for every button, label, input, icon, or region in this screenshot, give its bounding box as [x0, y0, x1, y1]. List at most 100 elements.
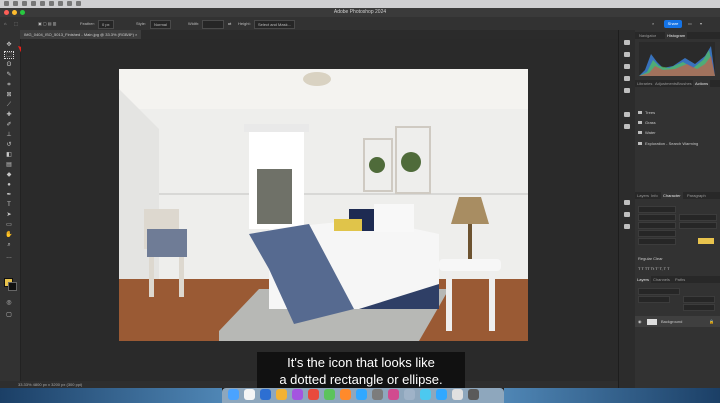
- blend-mode-select[interactable]: [638, 296, 670, 303]
- character-icon[interactable]: [624, 212, 630, 217]
- eyedropper-tool-icon[interactable]: ⟋: [5, 102, 13, 108]
- leading-field[interactable]: [679, 222, 717, 229]
- podcasts-icon[interactable]: [292, 389, 303, 400]
- pen-tool-icon[interactable]: ✒: [5, 192, 13, 198]
- tab-paragraph[interactable]: Paragraph: [685, 192, 708, 199]
- baseline-field[interactable]: [638, 238, 676, 245]
- hand-tool-icon[interactable]: ✋: [5, 232, 13, 238]
- marquee-tool-preset-icon[interactable]: ⬚: [14, 20, 18, 27]
- share-button[interactable]: Share: [664, 20, 682, 28]
- more-tools-icon[interactable]: …: [5, 254, 13, 260]
- menu-item[interactable]: [76, 1, 81, 6]
- lasso-tool-icon[interactable]: ʘ: [5, 62, 13, 68]
- settings-icon[interactable]: ▾: [700, 20, 702, 27]
- settings-app-icon[interactable]: [372, 389, 383, 400]
- document-image[interactable]: [119, 69, 528, 341]
- fill-field[interactable]: [683, 304, 715, 311]
- swatches-icon[interactable]: [624, 124, 630, 129]
- zoom-window-button[interactable]: [20, 10, 25, 15]
- healing-brush-tool-icon[interactable]: ✚: [5, 112, 13, 118]
- opacity-field[interactable]: [683, 296, 715, 303]
- visibility-eye-icon[interactable]: ◉: [638, 319, 642, 324]
- calendar-icon[interactable]: [308, 389, 319, 400]
- photoshop-icon[interactable]: [356, 389, 367, 400]
- messages-icon[interactable]: [324, 389, 335, 400]
- text-color-chip[interactable]: [698, 238, 714, 244]
- menu-item[interactable]: [13, 1, 18, 6]
- downloads-icon[interactable]: [452, 389, 463, 400]
- move-tool-icon[interactable]: ✥: [5, 42, 13, 48]
- zoom-tool-icon[interactable]: ⌕: [5, 242, 13, 248]
- font-style-field[interactable]: [638, 214, 676, 221]
- select-and-mask-button[interactable]: Select and Mask...: [254, 20, 295, 29]
- quick-mask-icon[interactable]: ◎: [5, 300, 13, 306]
- folder-row[interactable]: Trees: [638, 110, 655, 115]
- screen-mode-icon[interactable]: ▢: [5, 312, 13, 318]
- launchpad-icon[interactable]: [244, 389, 255, 400]
- gradient-tool-icon[interactable]: ▤: [5, 162, 13, 168]
- learn-icon[interactable]: [624, 40, 630, 45]
- app-icon[interactable]: [340, 389, 351, 400]
- tab-layers[interactable]: Layers: [635, 276, 652, 283]
- lock-icon[interactable]: 🔒: [709, 319, 714, 324]
- menu-item[interactable]: [31, 1, 36, 6]
- tab-brushes[interactable]: Brushes: [675, 80, 694, 87]
- crop-tool-icon[interactable]: ⌗: [5, 82, 13, 88]
- tracking-field[interactable]: [638, 222, 676, 229]
- feather-input[interactable]: 0 px: [98, 20, 114, 29]
- menu-item[interactable]: [58, 1, 63, 6]
- folder-row[interactable]: Exploration - Search Warming: [638, 141, 698, 146]
- close-tab-icon[interactable]: ×: [135, 32, 137, 37]
- folder-row[interactable]: Grass: [638, 120, 656, 125]
- folder-row[interactable]: Water: [638, 130, 656, 135]
- font-family-field[interactable]: [638, 206, 676, 213]
- notes-icon[interactable]: [276, 389, 287, 400]
- brush-tool-icon[interactable]: ✐: [5, 122, 13, 128]
- brushes-icon[interactable]: [624, 112, 630, 117]
- path-selection-tool-icon[interactable]: ➤: [5, 212, 13, 218]
- clone-stamp-tool-icon[interactable]: ⊥: [5, 132, 13, 138]
- finder-icon[interactable]: [228, 389, 239, 400]
- background-color-swatch[interactable]: [8, 282, 17, 291]
- app-icon[interactable]: [404, 389, 415, 400]
- tab-histogram[interactable]: Histogram: [665, 32, 688, 39]
- properties-icon[interactable]: [624, 200, 630, 205]
- tab-libraries[interactable]: Libraries: [635, 80, 654, 87]
- frame-tool-icon[interactable]: ⊠: [5, 92, 13, 98]
- dodge-tool-icon[interactable]: ●: [5, 182, 13, 188]
- eraser-tool-icon[interactable]: ◧: [5, 152, 13, 158]
- vertical-scale-field[interactable]: [638, 230, 676, 237]
- canvas-area[interactable]: [21, 39, 618, 381]
- tab-info[interactable]: Info: [649, 192, 660, 199]
- menu-item[interactable]: [49, 1, 54, 6]
- style-select[interactable]: Normal: [150, 20, 171, 29]
- font-name-row[interactable]: Regular Clear: [638, 256, 663, 261]
- type-tool-icon[interactable]: T: [5, 202, 13, 208]
- close-window-button[interactable]: [4, 10, 9, 15]
- selection-mode-icons[interactable]: ▣ ▢ ▤ ▥: [38, 20, 56, 27]
- paragraph-icon[interactable]: [624, 224, 630, 229]
- adjustments-icon[interactable]: [624, 64, 630, 69]
- safari-icon[interactable]: [260, 389, 271, 400]
- history-brush-tool-icon[interactable]: ↺: [5, 142, 13, 148]
- menu-item[interactable]: [67, 1, 72, 6]
- tab-actions[interactable]: Actions: [693, 80, 711, 87]
- tab-navigator[interactable]: Navigator: [637, 32, 658, 39]
- workspace-icon[interactable]: ▭: [688, 20, 692, 27]
- width-input[interactable]: [202, 20, 224, 29]
- menu-item[interactable]: [22, 1, 27, 6]
- app-icon[interactable]: [388, 389, 399, 400]
- font-size-field[interactable]: [679, 214, 717, 221]
- quick-selection-tool-icon[interactable]: ✎: [5, 72, 13, 78]
- tab-channels[interactable]: Channels: [651, 276, 672, 283]
- rectangle-tool-icon[interactable]: ▭: [5, 222, 13, 228]
- minimize-window-button[interactable]: [12, 10, 17, 15]
- swap-icon[interactable]: ⇄: [228, 20, 231, 27]
- history-icon[interactable]: [624, 76, 630, 81]
- blur-tool-icon[interactable]: ◆: [5, 172, 13, 178]
- tab-character[interactable]: Character: [661, 192, 683, 199]
- libraries-icon[interactable]: [624, 52, 630, 57]
- text-style-buttons[interactable]: T T TT Tt T' T, T T: [638, 266, 670, 271]
- document-tab[interactable]: IMG_0404_ISO_5013_Finished - Main.jpg @ …: [20, 30, 142, 39]
- trash-icon[interactable]: [468, 389, 479, 400]
